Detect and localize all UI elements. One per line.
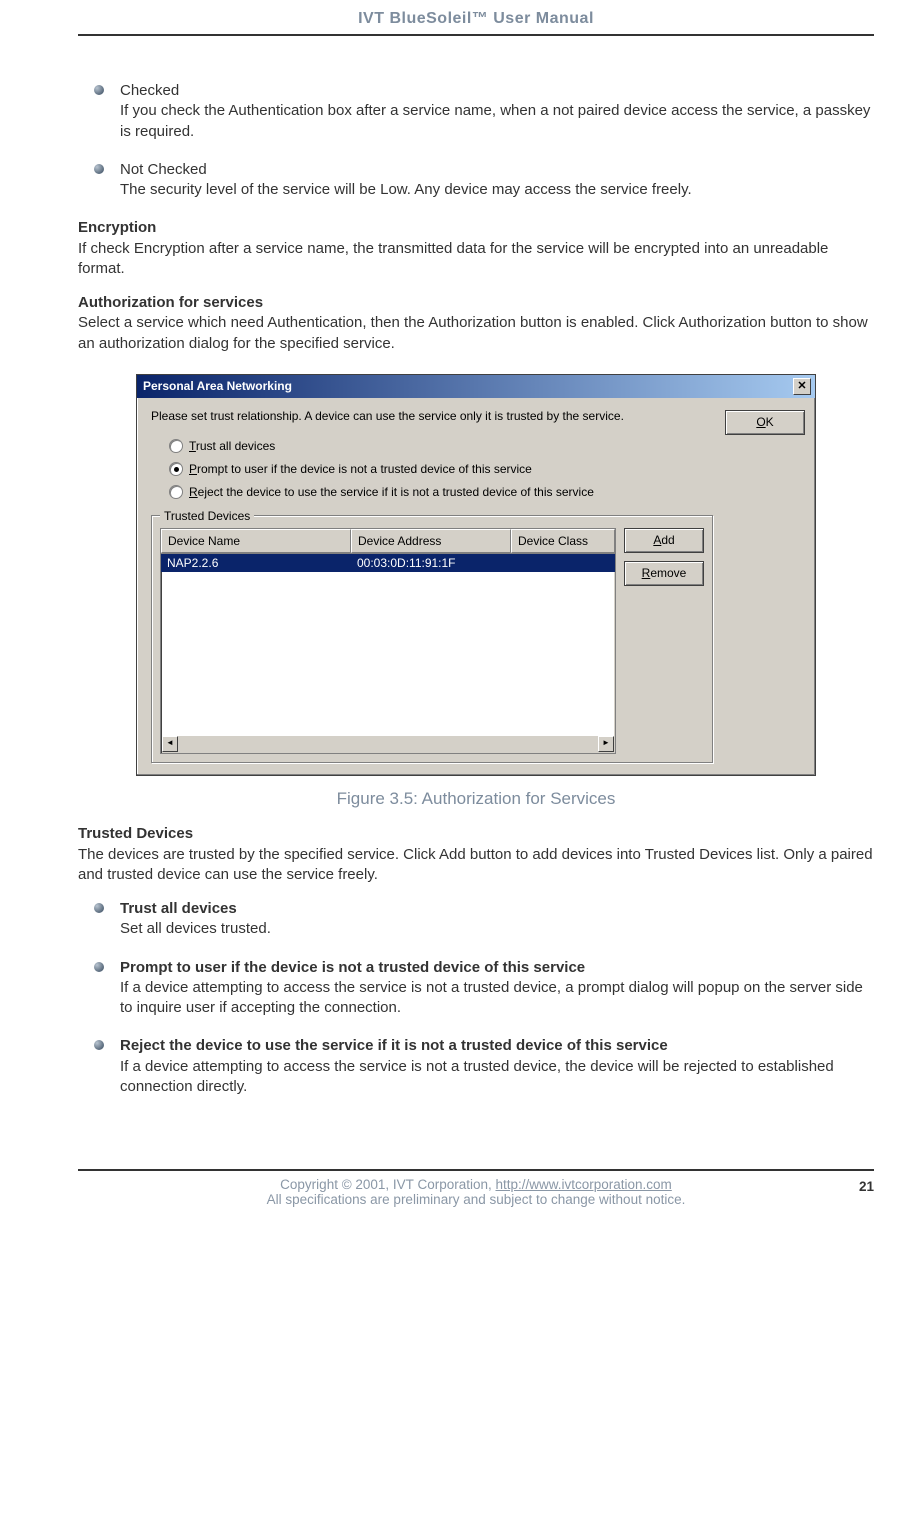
scroll-left-icon[interactable]: ◄ <box>162 736 178 752</box>
radio-icon <box>169 485 183 499</box>
radio-label: Trust all devices <box>189 438 275 454</box>
remove-button[interactable]: Remove <box>624 561 704 586</box>
bullet-body: If you check the Authentication box afte… <box>120 102 870 139</box>
authorization-body: Select a service which need Authenticati… <box>78 314 868 351</box>
radio-prompt[interactable]: Prompt to user if the device is not a tr… <box>169 461 715 477</box>
bullet-title: Not Checked <box>120 161 207 178</box>
column-device-class[interactable]: Device Class <box>511 529 615 553</box>
column-device-name[interactable]: Device Name <box>161 529 351 553</box>
footer-rule <box>78 1169 874 1171</box>
bullet-body: If a device attempting to access the ser… <box>120 1058 834 1095</box>
radio-icon <box>169 462 183 476</box>
add-button[interactable]: Add <box>624 528 704 553</box>
list-item: Checked If you check the Authentication … <box>90 81 874 142</box>
authorization-heading: Authorization for services <box>78 294 263 311</box>
list-item: Prompt to user if the device is not a tr… <box>90 958 874 1019</box>
trusted-devices-heading: Trusted Devices <box>78 825 193 842</box>
checked-bullet-list: Checked If you check the Authentication … <box>90 81 874 200</box>
trusted-devices-listview[interactable]: Device Name Device Address Device Class … <box>160 528 616 754</box>
trusted-devices-body: The devices are trusted by the specified… <box>78 846 873 883</box>
authorization-section: Authorization for services Select a serv… <box>78 293 874 354</box>
figure-caption: Figure 3.5: Authorization for Services <box>78 788 874 811</box>
radio-trust-all[interactable]: Trust all devices <box>169 438 715 454</box>
ok-button[interactable]: OK <box>725 410 805 435</box>
dialog-titlebar: Personal Area Networking ✕ <box>137 375 815 398</box>
cell-device-name: NAP2.2.6 <box>161 554 351 572</box>
list-item: Not Checked The security level of the se… <box>90 160 874 201</box>
dialog-title: Personal Area Networking <box>143 378 292 394</box>
encryption-body: If check Encryption after a service name… <box>78 240 828 277</box>
bullet-body: Set all devices trusted. <box>120 920 271 937</box>
bullet-title: Reject the device to use the service if … <box>120 1037 668 1054</box>
horizontal-scrollbar[interactable]: ◄ ► <box>162 736 614 752</box>
listview-header: Device Name Device Address Device Class <box>161 529 615 554</box>
close-button[interactable]: ✕ <box>793 378 811 395</box>
bullet-title: Trust all devices <box>120 900 237 917</box>
cell-device-address: 00:03:0D:11:91:1F <box>351 554 511 572</box>
trust-options-list: Trust all devices Set all devices truste… <box>90 899 874 1097</box>
dialog-instruction: Please set trust relationship. A device … <box>151 408 715 424</box>
scroll-right-icon[interactable]: ► <box>598 736 614 752</box>
page-number: 21 <box>844 1177 874 1194</box>
footer-link[interactable]: http://www.ivtcorporation.com <box>495 1177 671 1192</box>
list-item: Reject the device to use the service if … <box>90 1036 874 1097</box>
encryption-heading: Encryption <box>78 219 156 236</box>
header-rule <box>78 34 874 36</box>
bullet-body: If a device attempting to access the ser… <box>120 979 863 1016</box>
trusted-devices-section: Trusted Devices The devices are trusted … <box>78 824 874 885</box>
table-row[interactable]: NAP2.2.6 00:03:0D:11:91:1F <box>161 554 615 572</box>
close-icon: ✕ <box>797 381 806 392</box>
list-item: Trust all devices Set all devices truste… <box>90 899 874 940</box>
radio-reject[interactable]: Reject the device to use the service if … <box>169 484 715 500</box>
radio-label: Prompt to user if the device is not a tr… <box>189 461 532 477</box>
footer-disclaimer: All specifications are preliminary and s… <box>267 1192 686 1207</box>
bullet-title: Checked <box>120 82 179 99</box>
figure-wrap: Personal Area Networking ✕ Please set tr… <box>78 374 874 776</box>
radio-icon <box>169 439 183 453</box>
dialog-window: Personal Area Networking ✕ Please set tr… <box>136 374 816 776</box>
encryption-section: Encryption If check Encryption after a s… <box>78 218 874 279</box>
page-header: IVT BlueSoleil™ User Manual <box>78 10 874 34</box>
column-device-address[interactable]: Device Address <box>351 529 511 553</box>
bullet-body: The security level of the service will b… <box>120 181 692 198</box>
cell-device-class <box>511 554 615 572</box>
copyright-text: Copyright © 2001, IVT Corporation, <box>280 1177 495 1192</box>
trusted-devices-groupbox: Trusted Devices Device Name Device Addre… <box>151 515 713 763</box>
groupbox-label: Trusted Devices <box>160 508 254 524</box>
page-footer: Copyright © 2001, IVT Corporation, http:… <box>78 1177 874 1207</box>
bullet-title: Prompt to user if the device is not a tr… <box>120 959 585 976</box>
radio-label: Reject the device to use the service if … <box>189 484 594 500</box>
